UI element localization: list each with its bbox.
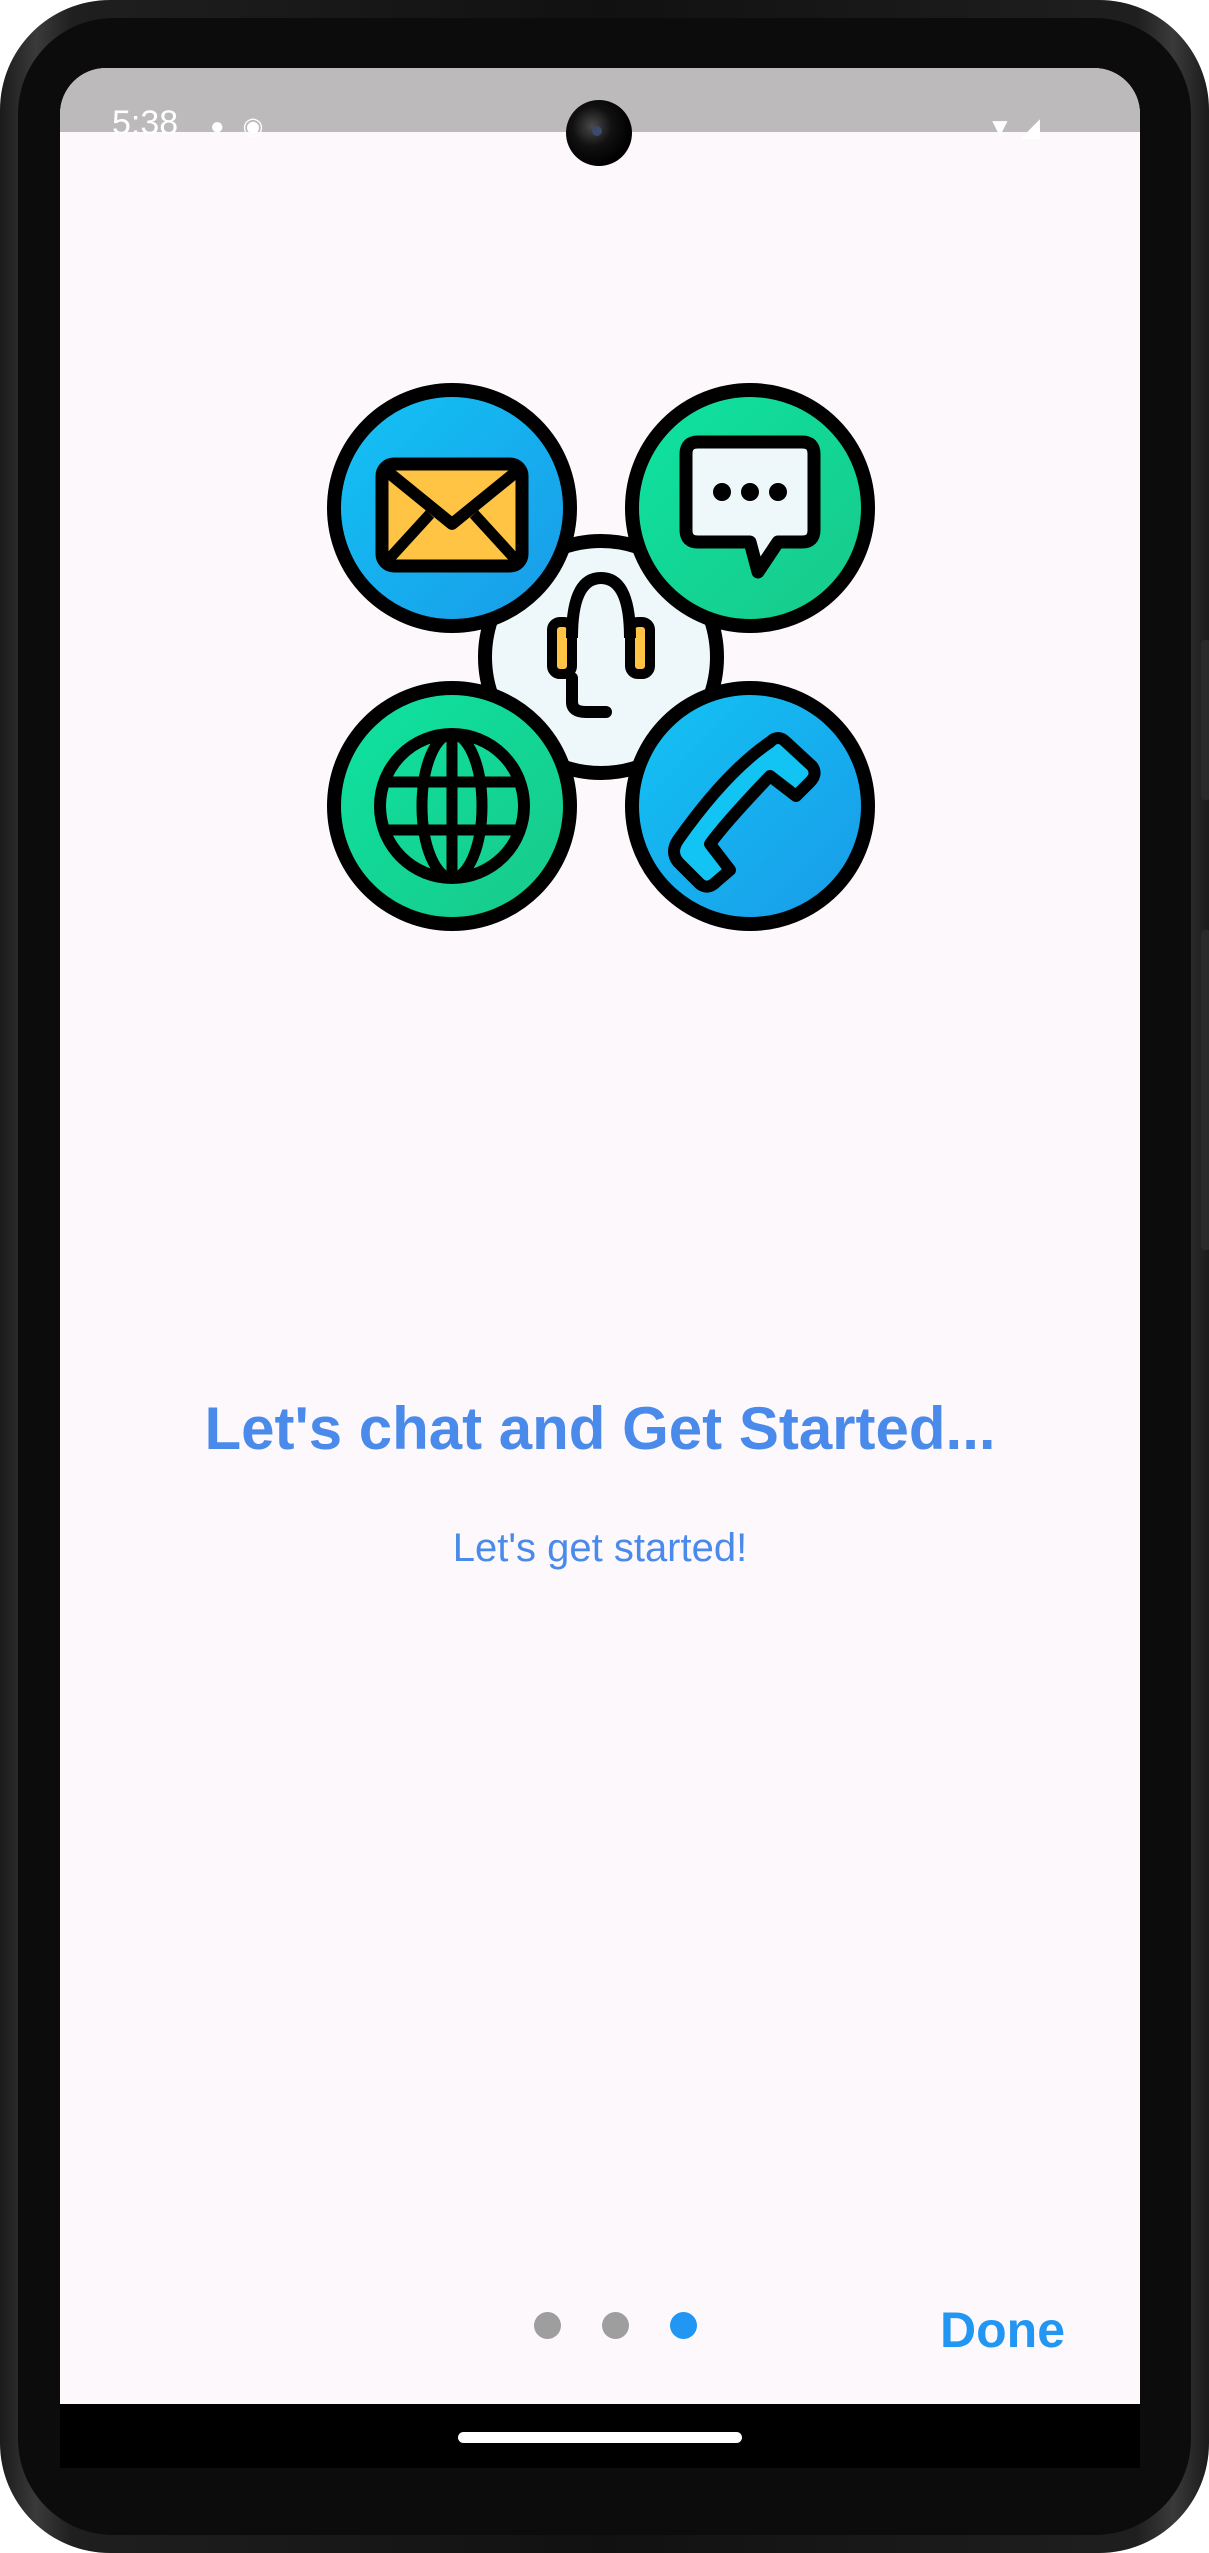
page-title: Let's chat and Get Started... bbox=[204, 1395, 996, 1462]
done-button[interactable]: Done bbox=[940, 2300, 1065, 2360]
front-camera bbox=[566, 100, 632, 166]
volume-button bbox=[1201, 930, 1209, 1250]
page-dot-1[interactable] bbox=[534, 2312, 561, 2339]
screen: 5:38 ●◉ ▼ ◢ Let's chat and Get Started..… bbox=[60, 68, 1140, 2468]
navigation-bar bbox=[60, 2404, 1140, 2468]
hero-illustration bbox=[327, 383, 875, 931]
page-subtitle: Let's get started! bbox=[452, 1526, 748, 1570]
power-button bbox=[1201, 640, 1209, 800]
onboarding-page: Let's chat and Get Started... Let's get … bbox=[60, 132, 1140, 2468]
phone-icon bbox=[625, 681, 875, 931]
home-indicator[interactable] bbox=[458, 2432, 742, 2443]
globe-icon bbox=[327, 681, 577, 931]
mail-icon bbox=[327, 383, 577, 633]
chat-bubble-icon bbox=[625, 383, 875, 633]
page-dot-3-active[interactable] bbox=[670, 2312, 697, 2339]
page-dot-2[interactable] bbox=[602, 2312, 629, 2339]
